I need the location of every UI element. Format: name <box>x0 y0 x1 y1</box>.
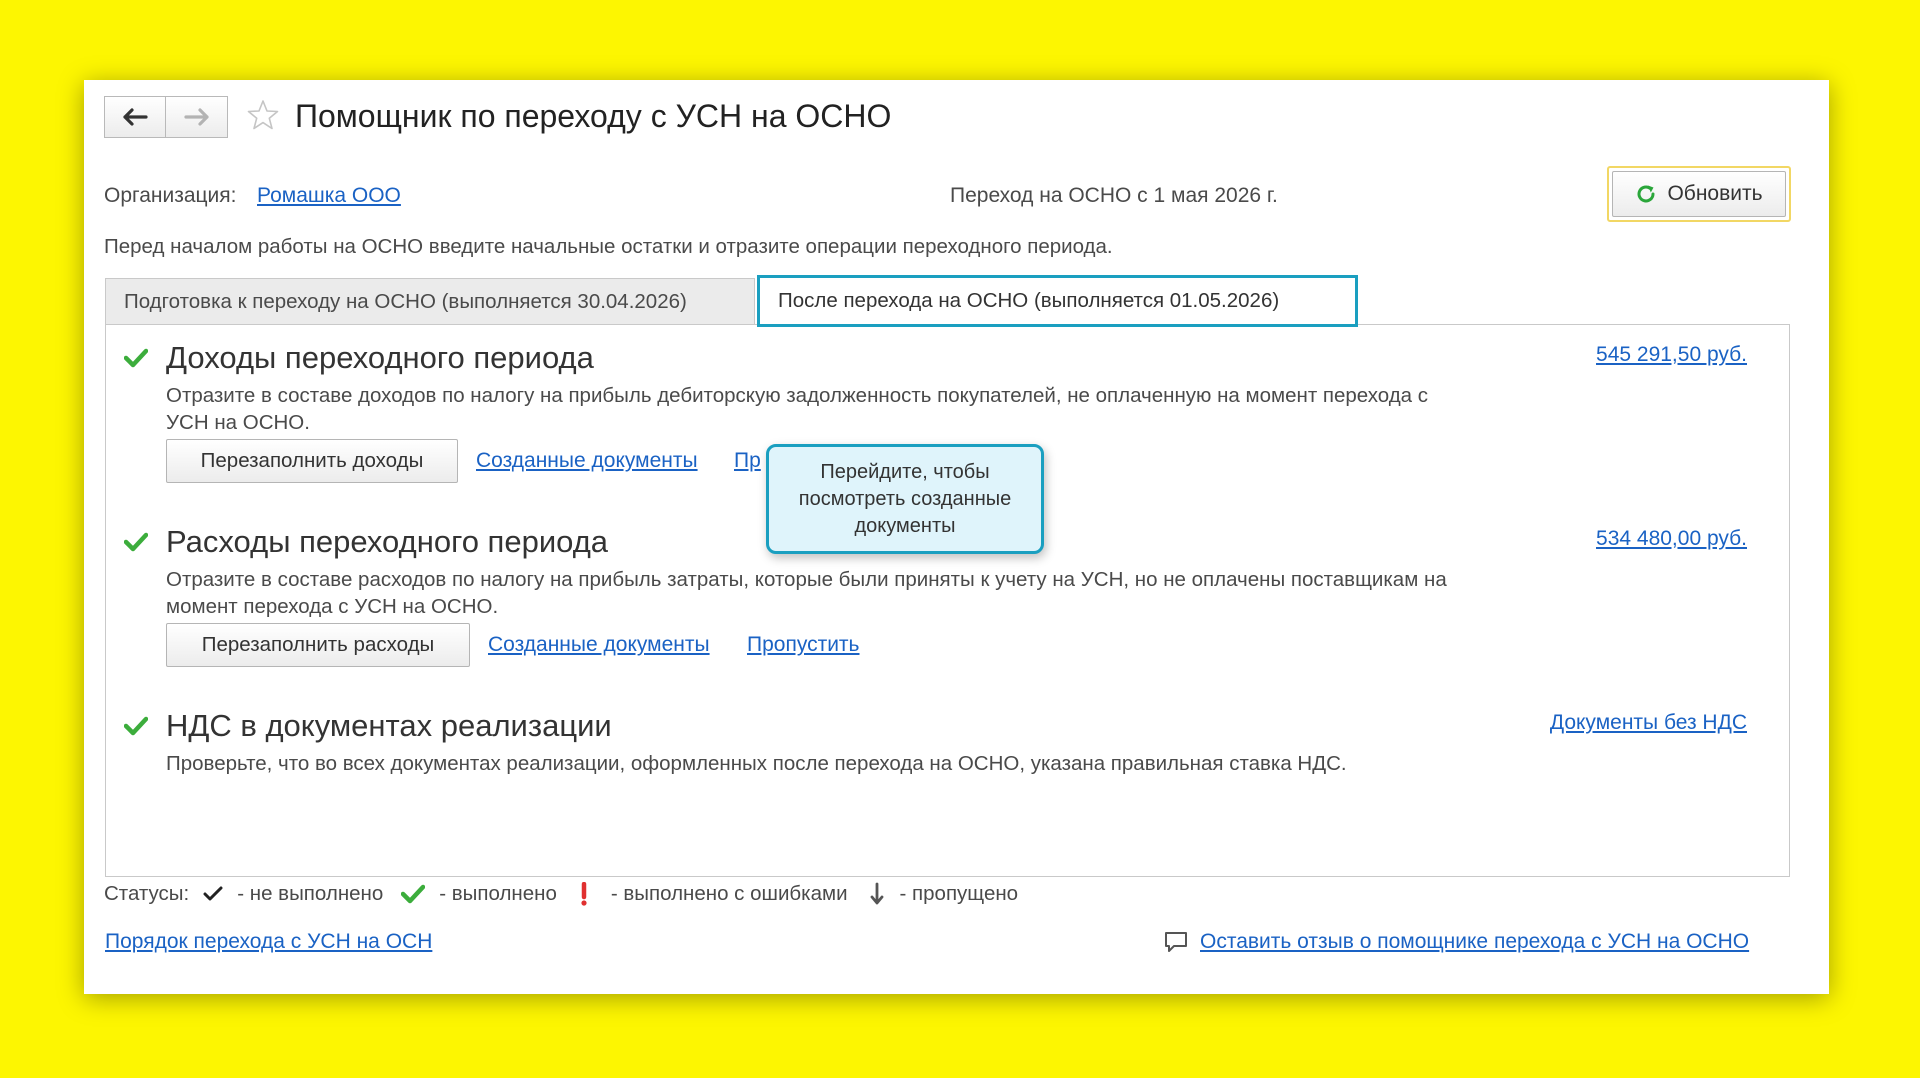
refresh-button[interactable]: Обновить <box>1612 171 1786 217</box>
skipped-arrow-down-icon <box>870 882 883 905</box>
expenses-description: Отразите в составе расходов по налогу на… <box>166 568 1447 618</box>
arrow-right-icon <box>183 108 209 126</box>
status-legend-label: Статусы: <box>104 882 190 905</box>
transition-order-link[interactable]: Порядок перехода с УСН на ОСН <box>105 928 432 956</box>
forward-button[interactable] <box>166 96 228 138</box>
done-check-icon <box>123 715 149 743</box>
page-title: Помощник по переходу с УСН на ОСНО <box>295 98 892 134</box>
assistant-window: Помощник по переходу с УСН на ОСНО Орган… <box>84 80 1829 994</box>
tooltip: Перейдите, чтобы посмотреть созданные до… <box>766 444 1044 554</box>
arrow-left-icon <box>123 108 148 126</box>
refill-expenses-button[interactable]: Перезаполнить расходы <box>166 623 470 667</box>
done-check-icon <box>123 531 149 559</box>
intro-text: Перед началом работы на ОСНО введите нач… <box>104 235 1113 258</box>
refill-income-button[interactable]: Перезаполнить доходы <box>166 439 458 483</box>
done-check-icon <box>401 884 426 904</box>
feedback-link[interactable]: Оставить отзыв о помощнике перехода с УС… <box>1200 928 1749 956</box>
income-description: Отразите в составе доходов по налогу на … <box>166 384 1429 434</box>
expenses-section-title: Расходы переходного периода <box>166 524 609 559</box>
tooltip-text: Перейдите, чтобы посмотреть созданные до… <box>798 460 1012 537</box>
refill-expenses-label: Перезаполнить расходы <box>201 633 435 656</box>
org-link[interactable]: Ромашка ООО <box>257 182 401 210</box>
status-errors: - выполнено с ошибками <box>610 882 848 905</box>
income-section-title: Доходы переходного периода <box>166 340 594 375</box>
done-check-icon <box>123 347 149 375</box>
back-button[interactable] <box>104 96 166 138</box>
income-skip-link[interactable]: Пр <box>734 447 761 475</box>
vat-docs-without-vat-link[interactable]: Документы без НДС <box>1550 709 1747 737</box>
status-not-done: - не выполнено <box>237 882 384 905</box>
expenses-amount-link[interactable]: 534 480,00 руб. <box>1596 525 1747 553</box>
not-done-check-icon <box>203 886 223 901</box>
status-skipped: - пропущено <box>899 882 1019 905</box>
vat-section-title: НДС в документах реализации <box>166 708 612 743</box>
tab-after-transition[interactable]: После перехода на ОСНО (выполняется 01.0… <box>757 275 1358 327</box>
transition-date: Переход на ОСНО с 1 мая 2026 г. <box>950 184 1278 207</box>
refresh-button-focus: Обновить <box>1607 166 1791 222</box>
tab-panel: Доходы переходного периода 545 291,50 ру… <box>105 324 1790 877</box>
vat-description: Проверьте, что во всех документах реализ… <box>166 752 1347 775</box>
tab-preparation[interactable]: Подготовка к переходу на ОСНО (выполняет… <box>105 278 755 324</box>
speech-bubble-icon <box>1165 932 1187 952</box>
error-exclamation-icon <box>581 882 587 906</box>
refresh-label: Обновить <box>1667 182 1763 205</box>
status-done: - выполнено <box>439 882 557 905</box>
refresh-icon <box>1638 185 1655 203</box>
tab-preparation-label: Подготовка к переходу на ОСНО (выполняет… <box>124 289 687 313</box>
expenses-skip-link[interactable]: Пропустить <box>747 631 860 659</box>
income-amount-link[interactable]: 545 291,50 руб. <box>1596 341 1747 369</box>
expenses-created-docs-link[interactable]: Созданные документы <box>488 631 710 659</box>
favorite-button[interactable] <box>246 98 280 139</box>
income-created-docs-link[interactable]: Созданные документы <box>476 447 698 475</box>
star-icon <box>247 100 279 130</box>
refill-income-label: Перезаполнить доходы <box>200 449 424 472</box>
nav-buttons <box>104 96 228 138</box>
org-label: Организация: <box>104 184 237 207</box>
status-legend: Статусы: - не выполнено - выполнено - вы… <box>104 880 1018 908</box>
tab-after-transition-label: После перехода на ОСНО (выполняется 01.0… <box>778 289 1280 312</box>
